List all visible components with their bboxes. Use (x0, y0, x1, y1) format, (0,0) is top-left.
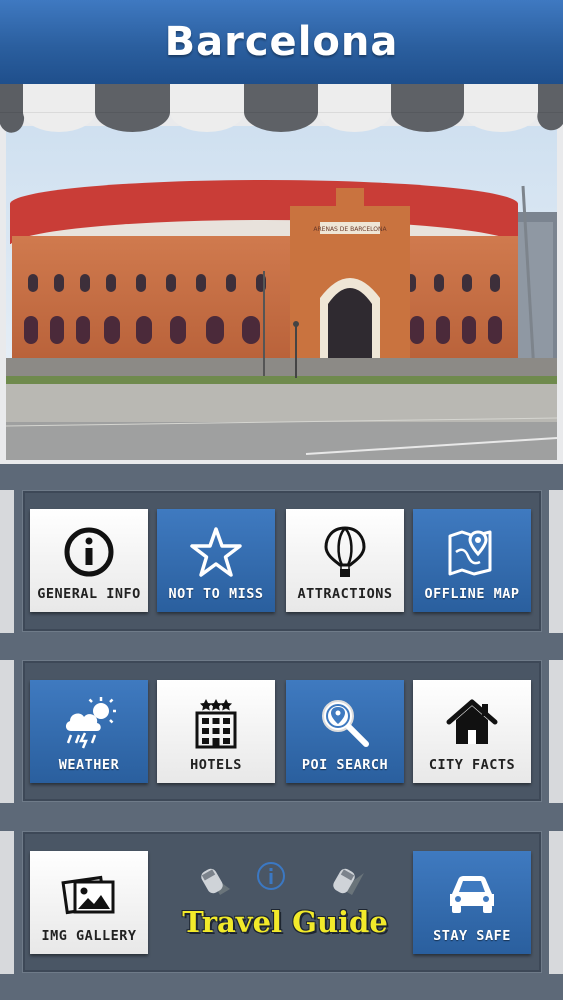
attractions-label: ATTRACTIONS (297, 586, 393, 602)
hero-photo: ARENAS DE BARCELONA (6, 126, 557, 460)
search-icon (317, 695, 373, 751)
general-info-button[interactable]: GENERAL INFO (30, 509, 148, 612)
hotels-label: HOTELS (190, 757, 242, 773)
star-icon (188, 524, 244, 580)
app-header: Barcelona (0, 0, 563, 84)
city-facts-label: CITY FACTS (428, 757, 516, 773)
side-tab-right-2 (549, 660, 563, 803)
side-tab-left-2 (0, 660, 14, 803)
side-tab-right-3 (549, 831, 563, 974)
gallery-icon (61, 866, 117, 922)
side-tab-left-1 (0, 490, 14, 633)
awning-decoration (0, 84, 563, 148)
hotels-button[interactable]: HOTELS (157, 680, 275, 783)
poi-search-label: POI SEARCH (301, 757, 389, 773)
poi-search-button[interactable]: POI SEARCH (286, 680, 404, 783)
side-tab-right-1 (549, 490, 563, 633)
not-to-miss-label: NOT TO MISS (168, 586, 264, 602)
photo-sign: ARENAS DE BARCELONA (313, 226, 387, 233)
city-facts-button[interactable]: CITY FACTS (413, 680, 531, 783)
weather-label: WEATHER (58, 757, 120, 773)
about-info-icon[interactable] (256, 861, 286, 891)
spotlight-left-icon (201, 868, 230, 895)
travel-guide-banner: Travel Guide (160, 855, 410, 955)
hotel-icon (188, 695, 244, 751)
offline-map-button[interactable]: OFFLINE MAP (413, 509, 531, 612)
side-tab-left-3 (0, 831, 14, 974)
map-icon (444, 524, 500, 580)
app-title: Barcelona (164, 19, 399, 65)
balloon-icon (317, 524, 373, 580)
img-gallery-label: IMG GALLERY (41, 928, 137, 944)
travel-guide-title: Travel Guide (182, 905, 388, 939)
not-to-miss-button[interactable]: NOT TO MISS (157, 509, 275, 612)
stay-safe-button[interactable]: STAY SAFE (413, 851, 531, 954)
general-info-label: GENERAL INFO (37, 586, 141, 602)
weather-icon (61, 695, 117, 751)
attractions-button[interactable]: ATTRACTIONS (286, 509, 404, 612)
home-icon (444, 695, 500, 751)
offline-map-label: OFFLINE MAP (424, 586, 520, 602)
car-icon (444, 866, 500, 922)
stay-safe-label: STAY SAFE (433, 928, 511, 944)
weather-button[interactable]: WEATHER (30, 680, 148, 783)
img-gallery-button[interactable]: IMG GALLERY (30, 851, 148, 954)
info-icon (61, 524, 117, 580)
spotlight-right-icon (333, 868, 364, 895)
